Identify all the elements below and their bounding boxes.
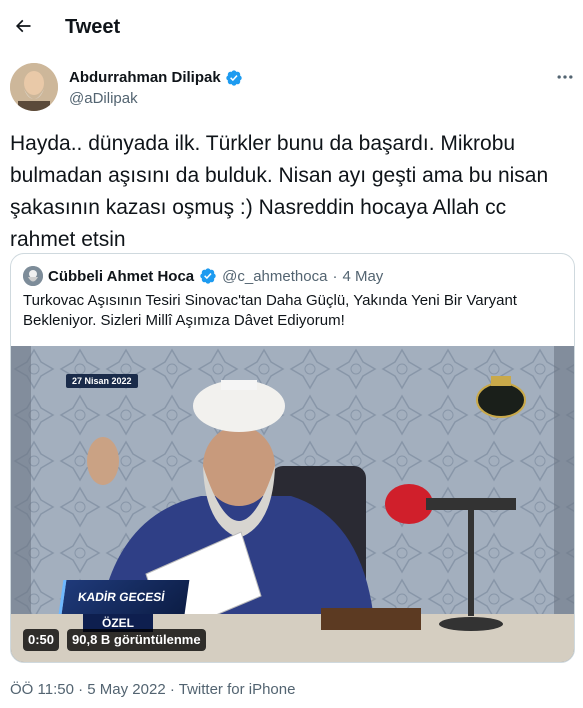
more-options-button[interactable] xyxy=(551,66,579,88)
author-name[interactable]: Abdurrahman Dilipak xyxy=(69,68,221,87)
author-handle[interactable]: @aDilipak xyxy=(69,89,138,108)
top-bar: Tweet xyxy=(0,0,583,53)
verified-badge-icon xyxy=(226,69,242,86)
tweet-time[interactable]: ÖÖ 11:50 xyxy=(10,681,74,698)
quoted-tweet-header: Cübbeli Ahmet Hoca @c_ahmethoca · 4 May xyxy=(23,266,383,286)
quoted-author-name: Cübbeli Ahmet Hoca xyxy=(48,267,195,285)
video-view-count: 90,8 B görüntülenme xyxy=(67,629,206,651)
page-title: Tweet xyxy=(65,16,121,38)
separator-dot: · xyxy=(73,681,88,698)
tweet-metadata: ÖÖ 11:50 · 5 May 2022 · Twitter for iPho… xyxy=(10,680,295,699)
more-dots-icon xyxy=(557,75,573,79)
tweet-date[interactable]: 5 May 2022 xyxy=(87,681,165,698)
video-program-badge: KADİR GECESİ xyxy=(58,580,190,614)
video-duration: 0:50 xyxy=(23,629,60,651)
quoted-tweet-text: Turkovac Aşısının Tesiri Sinovac'tan Dah… xyxy=(23,292,517,329)
author-avatar[interactable] xyxy=(10,63,58,111)
tweet-source[interactable]: Twitter for iPhone xyxy=(179,681,296,698)
separator-dot: · xyxy=(165,681,179,698)
separator-dot: · xyxy=(332,267,338,285)
video-date-tag: 27 Nisan 2022 xyxy=(66,374,138,388)
quoted-author-avatar xyxy=(23,266,43,286)
back-button[interactable] xyxy=(6,9,40,43)
quoted-tweet-date: 4 May xyxy=(342,267,384,285)
quoted-author-handle: @c_ahmethoca xyxy=(222,267,328,285)
tweet-text: Hayda.. dünyada ilk. Türkler bunu da baş… xyxy=(10,132,549,251)
quoted-tweet[interactable]: Cübbeli Ahmet Hoca @c_ahmethoca · 4 May … xyxy=(10,253,575,663)
author-name-row[interactable]: Abdurrahman Dilipak xyxy=(69,68,243,87)
video-player[interactable]: 27 Nisan 2022 KADİR GECESİ ÖZEL 0:50 90,… xyxy=(11,346,574,662)
verified-badge-icon xyxy=(200,268,216,284)
arrow-left-icon xyxy=(15,19,31,33)
